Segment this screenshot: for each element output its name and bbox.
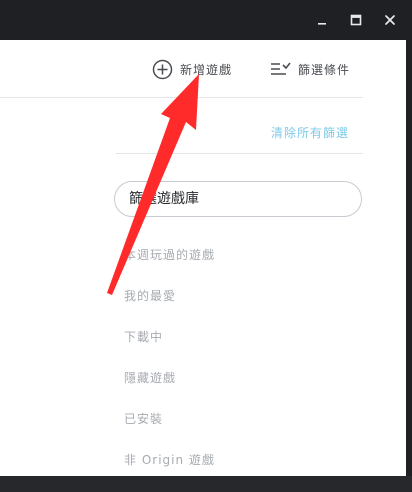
filter-option-hidden[interactable]: 隱藏遊戲 <box>124 369 215 410</box>
maximize-icon <box>350 14 362 26</box>
filter-list-icon <box>271 62 291 75</box>
toolbar-divider <box>0 97 363 98</box>
filter-library-input[interactable] <box>114 181 362 217</box>
close-button[interactable] <box>380 10 400 30</box>
filter-option-non-origin[interactable]: 非 Origin 遊戲 <box>124 451 215 492</box>
window-titlebar <box>0 0 412 40</box>
add-game-button[interactable]: 新增遊戲 <box>152 58 232 80</box>
filter-option-downloading[interactable]: 下載中 <box>124 328 215 369</box>
clear-all-filters-link[interactable]: 清除所有篩選 <box>271 124 349 141</box>
minimize-icon <box>318 23 326 25</box>
minimize-button[interactable] <box>312 10 332 30</box>
filter-options-list: 本週玩過的遊戲 我的最愛 下載中 隱藏遊戲 已安裝 非 Origin 遊戲 <box>124 246 215 492</box>
close-icon <box>385 15 395 25</box>
window-edge <box>406 40 412 476</box>
filters-divider <box>116 153 363 154</box>
plus-circle-icon <box>152 59 173 79</box>
filter-option-favorites[interactable]: 我的最愛 <box>124 287 215 328</box>
filter-button[interactable]: 篩選條件 <box>270 58 350 80</box>
add-game-label: 新增遊戲 <box>180 62 233 77</box>
maximize-button[interactable] <box>346 10 366 30</box>
filter-option-played-this-week[interactable]: 本週玩過的遊戲 <box>124 246 215 287</box>
filter-option-installed[interactable]: 已安裝 <box>124 410 215 451</box>
filter-label: 篩選條件 <box>298 62 351 77</box>
